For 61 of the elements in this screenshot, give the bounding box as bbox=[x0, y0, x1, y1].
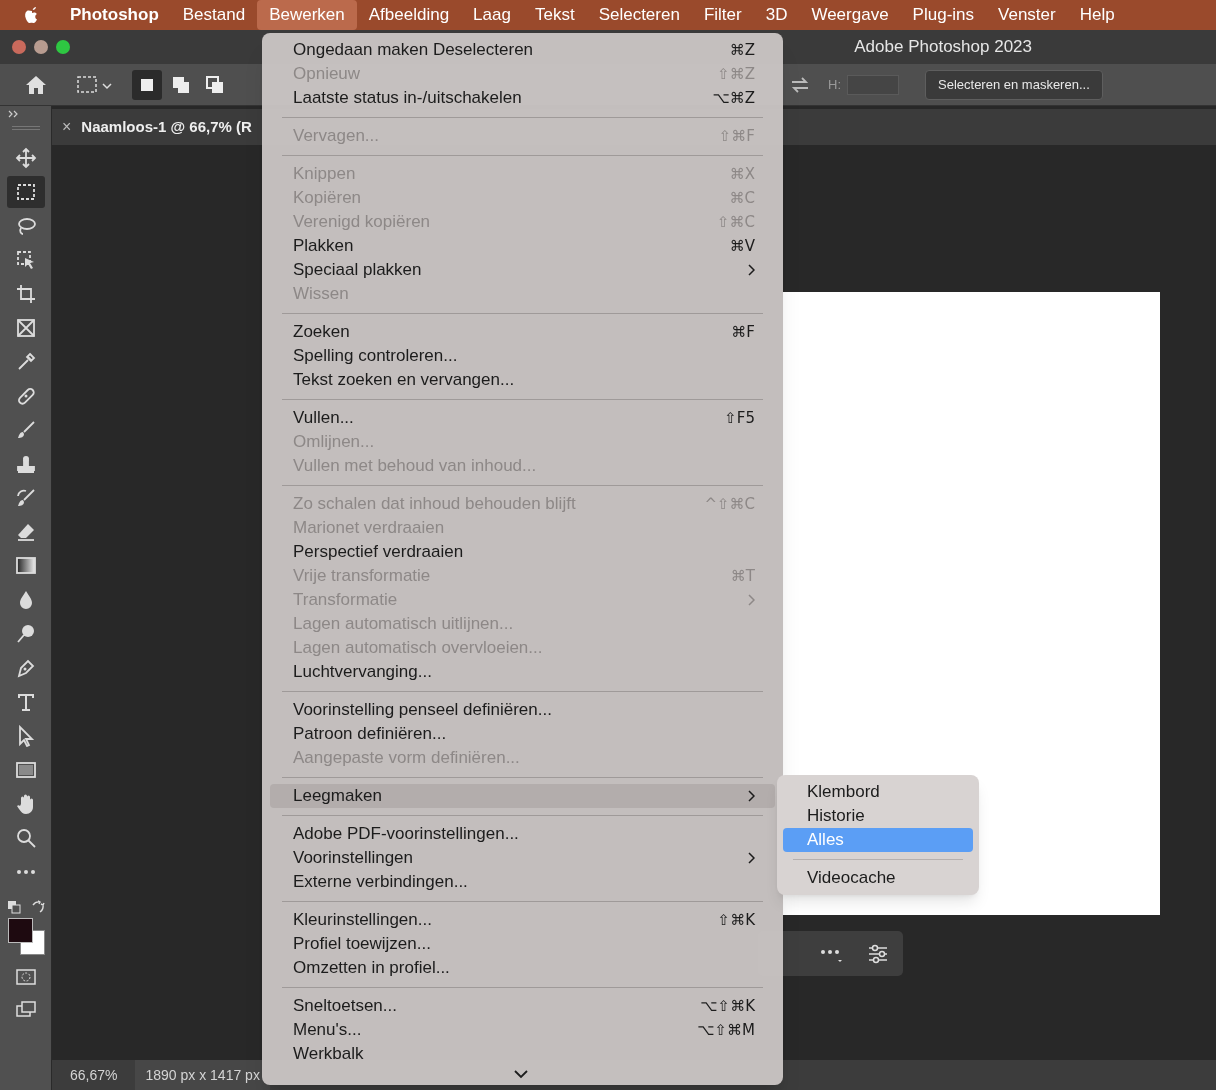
menu-item[interactable]: Voorinstellingen bbox=[270, 846, 775, 870]
menu-item[interactable]: Tekst zoeken en vervangen... bbox=[270, 368, 775, 392]
color-swatches-drawing[interactable] bbox=[5, 916, 46, 956]
menu-item[interactable]: Ongedaan maken Deselecteren ⌘Z bbox=[270, 38, 775, 62]
menu-item[interactable]: Adobe PDF-voorinstellingen... bbox=[270, 822, 775, 846]
menu-item[interactable]: Kleurinstellingen... ⇧⌘K bbox=[270, 908, 775, 932]
app-menu[interactable]: Photoshop bbox=[58, 0, 171, 30]
default-colors-icon[interactable] bbox=[6, 900, 21, 914]
menu-item[interactable]: Luchtvervanging... bbox=[270, 660, 775, 684]
menu-item[interactable]: Perspectief verdraaien bbox=[270, 540, 775, 564]
menu-item[interactable]: Weergave bbox=[799, 0, 901, 30]
menu-item[interactable]: Afbeelding bbox=[356, 0, 462, 30]
menu-item[interactable]: Bewerken bbox=[257, 0, 357, 30]
screen-mode-icon[interactable] bbox=[14, 1000, 37, 1018]
menu-item[interactable]: Profiel toewijzen... bbox=[270, 932, 775, 956]
menu-item[interactable]: Historie bbox=[783, 804, 973, 828]
menu-item[interactable]: Zoeken ⌘F bbox=[270, 320, 775, 344]
menu-item[interactable]: Help bbox=[1067, 0, 1127, 30]
zoom-level: 66,67% bbox=[69, 1065, 119, 1085]
scroll-down-icon[interactable] bbox=[514, 1069, 528, 1079]
menu-item[interactable]: Voorinstelling penseel definiëren... bbox=[270, 698, 775, 722]
selection-mode-icon[interactable] bbox=[132, 69, 162, 100]
quick-mask-icon[interactable] bbox=[14, 968, 37, 986]
menu-item[interactable]: Speciaal plakken bbox=[270, 258, 775, 282]
minimize-window-button[interactable] bbox=[34, 40, 48, 54]
menu-item[interactable]: Bestand bbox=[170, 0, 258, 30]
close-tab-button[interactable]: × bbox=[62, 115, 72, 139]
close-window-button[interactable] bbox=[12, 40, 26, 54]
expand-panel-icon[interactable] bbox=[8, 110, 20, 118]
menu-item[interactable]: Vullen... ⇧F5 bbox=[270, 406, 775, 430]
menu-item[interactable]: Werkbalk bbox=[270, 1042, 775, 1066]
menu-item[interactable]: Venster bbox=[986, 0, 1068, 30]
select-and-mask-button[interactable]: Selecteren en maskeren... bbox=[925, 69, 1103, 100]
menu-item[interactable]: Leegmaken bbox=[270, 784, 775, 808]
menu-item[interactable]: 3D bbox=[753, 0, 800, 30]
height-label: H: bbox=[828, 75, 841, 94]
menu-item[interactable]: Tekst bbox=[522, 0, 587, 30]
zoom-window-button[interactable] bbox=[56, 40, 70, 54]
menu-item[interactable]: Klembord bbox=[783, 780, 973, 804]
swap-icon[interactable] bbox=[790, 75, 810, 94]
menu-item[interactable]: Menu's... ⌥⇧⌘M bbox=[270, 1018, 775, 1042]
window-title: Adobe Photoshop 2023 bbox=[854, 36, 1032, 59]
menu-item[interactable]: Patroon definiëren... bbox=[270, 722, 775, 746]
menu-item[interactable]: Videocache bbox=[783, 866, 973, 890]
menu-item[interactable]: Laag bbox=[461, 0, 523, 30]
document-dimensions: 1890 px x 1417 px bbox=[135, 1060, 270, 1090]
rectangular-marquee-icon[interactable] bbox=[76, 73, 114, 96]
document-tab[interactable]: Naamloos-1 @ 66,7% (R bbox=[81, 115, 252, 139]
menu-item[interactable]: Filter bbox=[691, 0, 754, 30]
menu-item[interactable]: Plug-ins bbox=[900, 0, 987, 30]
menu-item[interactable]: Sneltoetsen... ⌥⇧⌘K bbox=[270, 994, 775, 1018]
menu-item[interactable]: Spelling controleren... bbox=[270, 344, 775, 368]
menu-item[interactable]: Plakken ⌘V bbox=[270, 234, 775, 258]
sliders-icon[interactable] bbox=[867, 943, 889, 964]
rectangular-marquee-icon[interactable] bbox=[6, 176, 45, 208]
home-icon[interactable] bbox=[24, 73, 48, 96]
swap-colors-icon[interactable] bbox=[30, 900, 45, 914]
menu-item[interactable]: Laatste status in-/uitschakelen ⌥⌘Z bbox=[270, 86, 775, 110]
menu-item[interactable]: Selecteren bbox=[586, 0, 692, 30]
menu-item[interactable]: Omzetten in profiel... bbox=[270, 956, 775, 980]
menu-item[interactable]: Externe verbindingen... bbox=[270, 870, 775, 894]
